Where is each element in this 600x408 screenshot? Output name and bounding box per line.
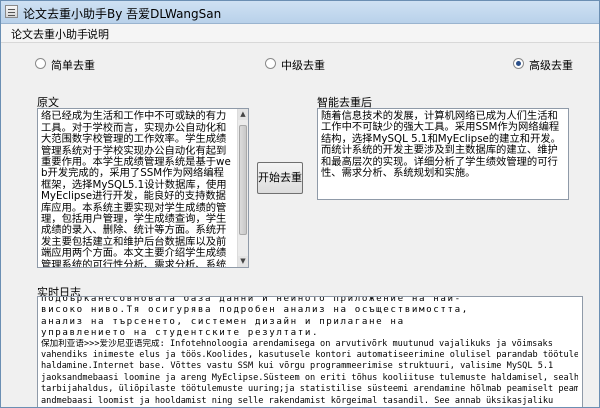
window-title: 论文去重小助手By 吾爱DLWangSan: [23, 7, 222, 21]
scroll-down-arrow-icon[interactable]: ▼: [238, 256, 248, 267]
radio-dot: [513, 58, 524, 69]
log-content: подбърканесовновата база данни и нейното…: [41, 296, 578, 407]
app-icon: [5, 5, 18, 18]
scroll-up-arrow-icon[interactable]: ▲: [238, 109, 248, 120]
radio-label: 简单去重: [51, 59, 95, 72]
log-line: haldamine.Internet base. Võttes vastu SS…: [41, 361, 554, 372]
app-window: 论文去重小助手By 吾爱DLWangSan 论文去重小助手 说明 简单去重 中级…: [0, 0, 600, 408]
log-line: jaoksandmebaasi loomine ja areng MyEclip…: [41, 372, 578, 383]
radio-dot: [35, 58, 46, 69]
log-textbox[interactable]: подбърканесовновата база данни и нейното…: [37, 296, 583, 407]
radio-dot: [265, 58, 276, 69]
radio-label: 高级去重: [529, 59, 573, 72]
output-textbox[interactable]: 随着信息技术的发展，计算机网络已成为人们生活和工作中不可缺少的强大工具。采用SS…: [317, 108, 569, 200]
log-line: управлението на студентските резултати.: [41, 327, 320, 339]
source-scrollbar[interactable]: ▲ ▼: [237, 109, 248, 267]
log-line: 保加利亚语>>>爱沙尼亚语完成: Infotehnoloogia arendam…: [41, 338, 553, 349]
log-line: високо ниво.Тя осигурява подробен анализ…: [41, 304, 469, 316]
menu-bar: 论文去重小助手 说明: [1, 24, 599, 43]
log-line: vahendiks inimeste elus ja töös.Koolides…: [41, 350, 578, 361]
radio-label: 中级去重: [281, 59, 325, 72]
title-bar: 论文去重小助手By 吾爱DLWangSan: [1, 1, 599, 24]
log-line: andmebaasi loomist ja hooldamist ning se…: [41, 395, 554, 406]
scroll-thumb[interactable]: [239, 125, 247, 235]
log-line: tarbijahaldus, üliõpilaste töötulemuste …: [41, 384, 578, 395]
source-textbox[interactable]: 随着信息技术不断普及和应用，计算机网络已经成为生活和工作中不可或缺的有力工具。对…: [37, 108, 249, 268]
start-dedup-button[interactable]: 开始去重: [257, 162, 303, 194]
log-line: подбърканесовновата база данни и нейното…: [41, 296, 462, 304]
output-text: 随着信息技术的发展，计算机网络已成为人们生活和工作中不可缺少的强大工具。采用SS…: [321, 110, 561, 180]
source-text: 随着信息技术不断普及和应用，计算机网络已经成为生活和工作中不可或缺的有力工具。对…: [41, 109, 231, 268]
log-line: анализ на търсенето, системен дизайн и п…: [41, 315, 405, 327]
menu-item-help[interactable]: 说明: [85, 26, 111, 42]
menu-item-app[interactable]: 论文去重小助手: [9, 26, 90, 42]
